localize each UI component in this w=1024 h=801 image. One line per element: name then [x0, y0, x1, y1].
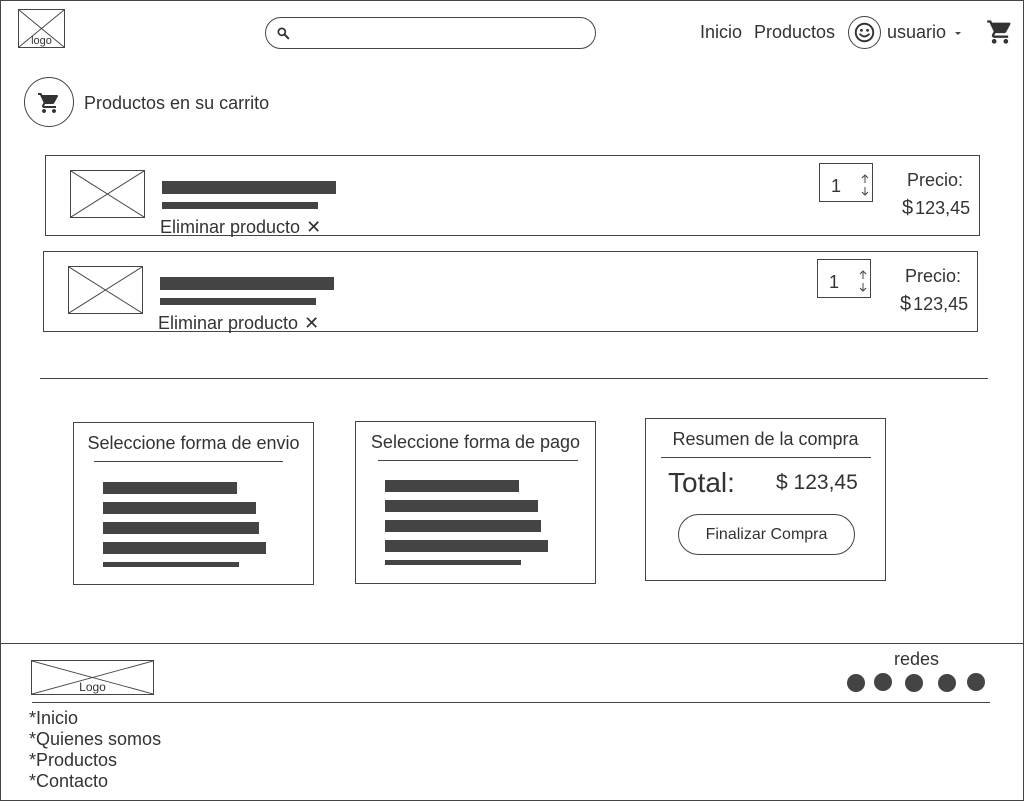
logo-text: logo — [31, 35, 52, 47]
image-placeholder-icon — [69, 267, 142, 313]
title-underline — [378, 460, 578, 461]
total-value: $ 123,45 — [776, 471, 858, 495]
price-amount: 123,45 — [913, 294, 969, 314]
social-icon[interactable] — [905, 674, 923, 692]
option-placeholder[interactable] — [385, 540, 548, 552]
title-underline — [94, 461, 283, 462]
cart-item: Eliminar producto ✕ 1 Precio: $123,45 — [45, 155, 980, 238]
quantity-value[interactable]: 1 — [829, 272, 839, 293]
up-down-arrows-icon[interactable] — [860, 173, 870, 197]
social-icon[interactable] — [847, 674, 865, 692]
remove-product-label: Eliminar producto — [160, 217, 301, 237]
product-image — [68, 266, 143, 314]
currency-symbol: $ — [900, 293, 912, 315]
section-divider — [40, 378, 988, 379]
product-image — [70, 170, 145, 218]
user-menu-label[interactable]: usuario — [887, 22, 946, 43]
total-label: Total: — [668, 467, 735, 498]
image-placeholder-icon — [71, 171, 144, 217]
quantity-stepper[interactable]: 1 — [819, 163, 873, 202]
smiley-icon — [854, 22, 875, 43]
footer-logo-text: Logo — [79, 680, 106, 694]
close-icon: ✕ — [306, 217, 322, 237]
total-amount: 123,45 — [793, 471, 858, 494]
shipping-method-box[interactable]: Seleccione forma de envio — [73, 422, 314, 585]
option-placeholder[interactable] — [385, 480, 519, 492]
footer-logo[interactable]: Logo — [31, 660, 154, 695]
option-placeholder[interactable] — [103, 562, 239, 567]
social-label: redes — [894, 649, 940, 669]
nav-link-inicio[interactable]: Inicio — [700, 22, 742, 43]
social-icon[interactable] — [938, 674, 956, 692]
finish-purchase-button[interactable]: Finalizar Compra — [678, 514, 855, 555]
up-down-arrows-icon[interactable] — [858, 269, 868, 293]
option-placeholder[interactable] — [103, 482, 237, 494]
product-desc-placeholder — [160, 298, 316, 305]
cart-icon[interactable] — [986, 18, 1014, 46]
product-name-placeholder — [162, 181, 336, 194]
search-bar[interactable] — [265, 17, 596, 49]
quantity-value[interactable]: 1 — [831, 176, 841, 197]
purchase-summary-box: Resumen de la compra Total: $ 123,45 Fin… — [645, 418, 886, 581]
option-placeholder[interactable] — [103, 542, 266, 554]
footer-link-productos[interactable]: *Productos — [29, 750, 117, 770]
price-value: $123,45 — [902, 197, 970, 220]
cart-title: Productos en su carrito — [84, 93, 270, 113]
quantity-stepper[interactable]: 1 — [817, 259, 871, 298]
option-placeholder[interactable] — [385, 560, 521, 565]
footer-link-contacto[interactable]: *Contacto — [29, 771, 108, 791]
search-input[interactable] — [296, 22, 586, 44]
option-placeholder[interactable] — [385, 500, 538, 512]
remove-product-label: Eliminar producto — [158, 313, 299, 333]
header-logo[interactable]: logo — [18, 9, 65, 48]
currency-symbol: $ — [902, 197, 914, 219]
cart-badge — [24, 77, 74, 127]
currency-symbol: $ — [776, 471, 788, 494]
footer-link-quienes-somos[interactable]: *Quienes somos — [29, 729, 161, 749]
option-placeholder[interactable] — [103, 502, 256, 514]
shipping-title: Seleccione forma de envio — [87, 433, 300, 453]
title-underline — [661, 457, 871, 458]
search-icon[interactable] — [276, 26, 290, 40]
summary-title: Resumen de la compra — [672, 429, 859, 449]
header: logo Inicio Productos usuario — [0, 0, 1024, 64]
caret-down-icon[interactable] — [955, 32, 961, 35]
cart-item: Eliminar producto ✕ 1 Precio: $123,45 — [43, 251, 978, 334]
social-icon[interactable] — [967, 673, 985, 691]
price-amount: 123,45 — [915, 198, 971, 218]
payment-title: Seleccione forma de pago — [370, 432, 581, 452]
social-icon[interactable] — [874, 673, 892, 691]
footer-link-inicio[interactable]: *Inicio — [29, 708, 78, 728]
option-placeholder[interactable] — [103, 522, 259, 534]
footer: Logo redes *Inicio *Quienes somos *Produ… — [0, 643, 1024, 801]
close-icon: ✕ — [304, 313, 320, 333]
option-placeholder[interactable] — [385, 520, 541, 532]
price-label: Precio: — [905, 266, 962, 286]
payment-method-box[interactable]: Seleccione forma de pago — [355, 421, 596, 584]
nav-link-productos[interactable]: Productos — [754, 22, 835, 43]
footer-divider — [32, 702, 990, 703]
price-label: Precio: — [907, 170, 964, 190]
remove-product-button[interactable]: Eliminar producto ✕ — [160, 217, 321, 238]
cart-icon — [38, 93, 59, 113]
product-desc-placeholder — [162, 202, 318, 209]
remove-product-button[interactable]: Eliminar producto ✕ — [158, 313, 319, 334]
product-name-placeholder — [160, 277, 334, 290]
user-avatar[interactable] — [848, 16, 881, 49]
price-value: $123,45 — [900, 293, 968, 316]
